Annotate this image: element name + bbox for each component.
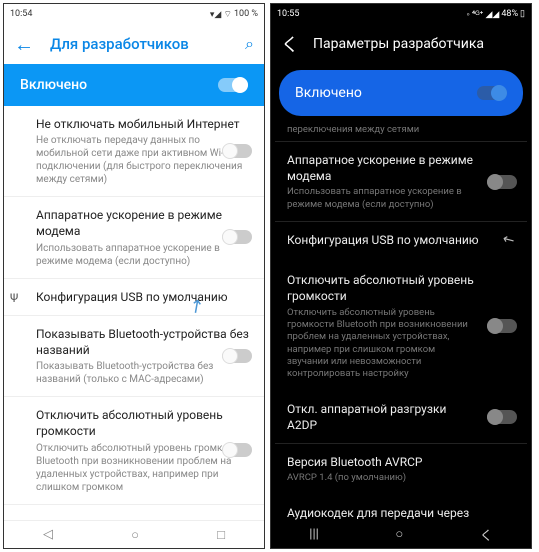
nav-home[interactable]: ○	[395, 526, 403, 542]
toggle[interactable]	[222, 349, 252, 363]
setting-title: Откл. аппаратной разгрузки A2DP	[287, 401, 515, 433]
toggle[interactable]	[222, 144, 252, 158]
setting-title: Аппаратное ускорение в режиме модема	[287, 152, 515, 184]
nav-home[interactable]: ○	[131, 527, 139, 543]
enabled-label: Включено	[20, 77, 87, 93]
setting-title: Отключить абсолютный уровень громкости	[36, 407, 250, 439]
setting-abs-volume[interactable]: Отключить абсолютный уровень громкости О…	[275, 262, 527, 390]
setting-subtitle: Не отключать передачу данных по мобильно…	[36, 134, 250, 186]
setting-tether-accel[interactable]: Аппаратное ускорение в режиме модема Исп…	[275, 141, 527, 221]
setting-subtitle: Отключить абсолютный уровень громкости B…	[36, 442, 250, 494]
status-time: 10:54	[10, 9, 32, 19]
search-icon[interactable]: ⌕	[245, 34, 254, 54]
setting-title: Конфигурация USB по умолчанию	[36, 289, 250, 305]
status-icons: ◦ ⁴ᴳ⁺ ◢◢	[466, 9, 499, 20]
nav-bar: ◁ ○ □	[4, 520, 264, 548]
truncated-text: переключения между сетями	[275, 122, 527, 141]
setting-title: Версия Bluetooth AVRCP	[287, 454, 515, 470]
toggle[interactable]	[222, 230, 252, 244]
app-header: ← Для разработчиков ⌕	[4, 24, 264, 64]
phone-samsung: 10:55 ◦ ⁴ᴳ⁺ ◢◢ 48% ▯ く Параметры разрабо…	[270, 3, 532, 549]
setting-title: Не отключать мобильный Интернет	[36, 116, 250, 132]
enabled-label: Включено	[295, 85, 362, 101]
status-battery: 100 %	[234, 9, 258, 19]
setting-title: Показывать Bluetooth-устройства без назв…	[36, 326, 250, 358]
setting-a2dp-offload[interactable]: Откл. аппаратной разгрузки A2DP	[275, 391, 527, 443]
master-toggle[interactable]	[218, 78, 248, 92]
setting-title: Аудиокодек для передачи через Bluetooth	[287, 505, 515, 520]
setting-mobile-data[interactable]: Не отключать мобильный Интернет Не отклю…	[4, 106, 264, 197]
page-title: Для разработчиков	[50, 35, 229, 53]
nav-back[interactable]: く	[480, 525, 493, 544]
setting-title: Аппаратное ускорение в режиме модема	[36, 207, 250, 239]
nav-recent[interactable]: □	[217, 527, 225, 543]
nav-back[interactable]: ◁	[43, 527, 53, 542]
settings-list: Не отключать мобильный Интернет Не отклю…	[4, 106, 264, 520]
toggle[interactable]	[222, 443, 252, 457]
nav-recent[interactable]: |||	[309, 527, 319, 542]
status-icons: ▾◢ ⌔	[210, 9, 232, 20]
nav-bar: ||| ○ く	[271, 520, 531, 548]
setting-usb-config[interactable]: Конфигурация USB по умолчанию ↖	[275, 221, 527, 262]
status-time: 10:55	[277, 9, 299, 19]
setting-avrcp[interactable]: Версия Bluetooth AVRCP AVRCP 1.4 (по умо…	[275, 443, 527, 495]
toggle[interactable]	[487, 319, 517, 333]
setting-subtitle: Отключить абсолютный уровень громкости B…	[287, 307, 515, 381]
setting-title: Отключить абсолютный уровень громкости	[287, 272, 515, 304]
setting-subtitle: Показывать Bluetooth-устройства без назв…	[36, 360, 250, 386]
back-button[interactable]: く	[281, 31, 299, 57]
back-button[interactable]: ←	[14, 32, 34, 57]
master-toggle[interactable]	[477, 86, 507, 100]
setting-abs-volume[interactable]: Отключить абсолютный уровень громкости О…	[4, 397, 264, 504]
app-header: く Параметры разработчика	[271, 24, 531, 64]
setting-subtitle: AVRCP 1.4 (по умолчанию)	[287, 472, 515, 484]
toggle[interactable]	[487, 410, 517, 424]
setting-bt-codec[interactable]: Аудиокодек для передачи через Bluetooth …	[275, 495, 527, 520]
master-toggle-row[interactable]: Включено	[4, 64, 264, 106]
setting-subtitle: Использовать аппаратное ускорение в режи…	[287, 186, 515, 211]
page-title: Параметры разработчика	[313, 36, 484, 52]
phone-stock-android: 10:54 ▾◢ ⌔ 100 % ← Для разработчиков ⌕ В…	[3, 3, 265, 549]
usb-icon: Ψ	[10, 291, 18, 305]
setting-tether-accel[interactable]: Аппаратное ускорение в режиме модема Исп…	[4, 197, 264, 278]
status-bar: 10:54 ▾◢ ⌔ 100 %	[4, 4, 264, 24]
master-toggle-row[interactable]: Включено	[279, 70, 523, 116]
setting-bt-noname[interactable]: Показывать Bluetooth-устройства без назв…	[4, 316, 264, 397]
setting-subtitle: Использовать аппаратное ускорение в режи…	[36, 242, 250, 268]
toggle[interactable]	[487, 175, 517, 189]
setting-title: Конфигурация USB по умолчанию	[287, 232, 515, 248]
settings-list: переключения между сетями Аппаратное уск…	[271, 122, 531, 520]
status-bar: 10:55 ◦ ⁴ᴳ⁺ ◢◢ 48% ▯	[271, 4, 531, 24]
battery-icon: ▯	[520, 9, 525, 19]
status-battery: 48%	[501, 9, 518, 19]
setting-usb-config[interactable]: Ψ Конфигурация USB по умолчанию ↗	[4, 279, 264, 316]
